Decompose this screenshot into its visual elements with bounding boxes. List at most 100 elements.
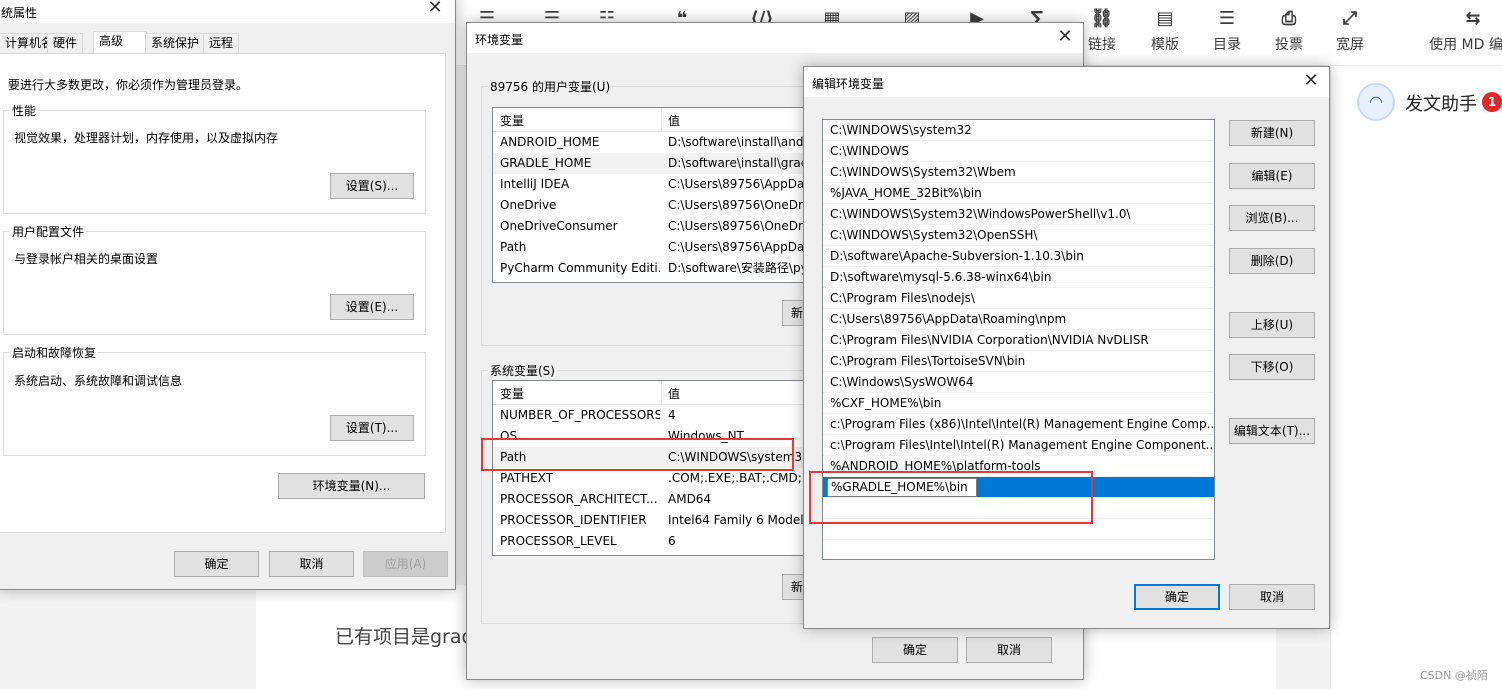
path-entry[interactable]: %JAVA_HOME_32Bit%\bin: [823, 183, 1214, 204]
widescreen-icon: ⤢: [1342, 8, 1358, 29]
cancel-button[interactable]: 取消: [966, 637, 1052, 663]
table-row[interactable]: IntelliJ IDEA C:\Users\89756\AppDat: [493, 174, 811, 195]
variable-name: PROCESSOR_IDENTIFIER: [500, 513, 647, 527]
user-profiles-group: 用户配置文件 与登录帐户相关的桌面设置 设置(E)...: [3, 223, 426, 335]
table-row[interactable]: PyCharm Community Editi... D:\software\安装…: [493, 258, 811, 279]
performance-group: 性能 视觉效果，处理器计划，内存使用，以及虚拟内存 设置(S)...: [3, 102, 426, 214]
move-up-button[interactable]: 上移(U): [1229, 312, 1315, 338]
path-entry[interactable]: D:\software\Apache-Subversion-1.10.3\bin: [823, 246, 1214, 267]
close-icon[interactable]: ✕: [1055, 27, 1075, 47]
startup-recovery-group: 启动和故障恢复 系统启动、系统故障和调试信息 设置(T)...: [3, 344, 426, 456]
table-row[interactable]: GRADLE_HOME D:\software\install\grad: [493, 153, 811, 174]
path-entry[interactable]: C:\Program Files\nodejs\: [823, 288, 1214, 309]
new-button[interactable]: 新建(N): [1229, 120, 1315, 146]
environment-variables-button[interactable]: 环境变量(N)...: [278, 473, 425, 499]
toolbar-item-template[interactable]: ▤ 模版: [1133, 4, 1197, 62]
path-entry[interactable]: C:\Program Files\TortoiseSVN\bin: [823, 351, 1214, 372]
browse-button[interactable]: 浏览(B)...: [1229, 205, 1315, 231]
path-entry[interactable]: c:\Program Files\Intel\Intel(R) Manageme…: [823, 435, 1214, 456]
column-header-variable[interactable]: 变量: [500, 385, 524, 402]
table-row[interactable]: PROCESSOR_ARCHITECT... AMD64: [493, 489, 811, 510]
variable-name: NUMBER_OF_PROCESSORS: [500, 408, 660, 422]
toolbar-item-widescreen[interactable]: ⤢ 宽屏: [1318, 4, 1382, 62]
column-header-variable[interactable]: 变量: [500, 112, 524, 129]
cancel-button[interactable]: 取消: [1229, 584, 1315, 610]
edit-text-button[interactable]: 编辑文本(T)...: [1229, 418, 1315, 444]
table-row[interactable]: ANDROID_HOME D:\software\install\andr: [493, 132, 811, 153]
path-entry[interactable]: C:\WINDOWS\System32\WindowsPowerShell\v1…: [823, 204, 1214, 225]
tab-remote[interactable]: 远程: [203, 33, 240, 53]
template-icon: ▤: [1156, 8, 1174, 29]
user-variables-list[interactable]: 变量 值 ANDROID_HOME D:\software\install\and…: [492, 107, 812, 283]
table-row[interactable]: NUMBER_OF_PROCESSORS 4: [493, 405, 811, 426]
title-bar: 环境变量 ✕: [467, 23, 1083, 53]
ok-button[interactable]: 确定: [174, 551, 259, 577]
column-separator[interactable]: [661, 381, 662, 405]
column-header-value[interactable]: 值: [668, 112, 680, 129]
edit-environment-variable-dialog: 编辑环境变量 ✕ C:\WINDOWS\system32 C:\WINDOWS C:…: [803, 66, 1330, 629]
table-row[interactable]: PROCESSOR_IDENTIFIER Intel64 Family 6 Mod…: [493, 510, 811, 531]
column-header-value[interactable]: 值: [668, 385, 680, 402]
tab-system-protection[interactable]: 系统保护: [145, 33, 206, 53]
variable-value: D:\software\install\andr: [668, 135, 809, 149]
ok-button[interactable]: 确定: [1134, 584, 1220, 610]
variable-value: C:\Users\89756\AppDat: [668, 177, 810, 191]
table-row[interactable]: PATHEXT .COM;.EXE;.BAT;.CMD;.V: [493, 468, 811, 489]
assistant-badge: 1: [1482, 92, 1502, 112]
table-row[interactable]: PROCESSOR_LEVEL 6: [493, 531, 811, 552]
toolbar-label: 宽屏: [1336, 37, 1364, 53]
path-entry[interactable]: C:\Users\89756\AppData\Roaming\npm: [823, 309, 1214, 330]
cancel-button[interactable]: 取消: [269, 551, 354, 577]
table-row[interactable]: OneDriveConsumer C:\Users\89756\OneDriv: [493, 216, 811, 237]
column-separator[interactable]: [661, 108, 662, 132]
variable-value: Intel64 Family 6 Model: [668, 513, 804, 527]
startup-recovery-settings-button[interactable]: 设置(T)...: [330, 415, 414, 441]
user-profiles-settings-button[interactable]: 设置(E)...: [330, 294, 414, 320]
ok-button[interactable]: 确定: [872, 637, 958, 663]
path-entry[interactable]: C:\WINDOWS: [823, 141, 1214, 162]
title-bar: 编辑环境变量 ✕: [804, 67, 1329, 97]
system-properties-dialog: 统属性 ✕ 计算机名 硬件 高级 系统保护 远程 要进行大多数更改，你必须作为管…: [0, 0, 456, 590]
tab-hardware[interactable]: 硬件: [47, 33, 84, 53]
watermark: CSDN @祯陌: [1420, 669, 1488, 682]
close-icon[interactable]: ✕: [425, 0, 445, 18]
assistant-avatar-icon[interactable]: ◠: [1357, 83, 1395, 121]
move-down-button[interactable]: 下移(O): [1229, 354, 1315, 380]
table-row[interactable]: OneDrive C:\Users\89756\OneDriv: [493, 195, 811, 216]
delete-button[interactable]: 删除(D): [1229, 248, 1315, 274]
variable-value: C:\Users\89756\OneDriv: [668, 219, 812, 233]
close-icon[interactable]: ✕: [1301, 71, 1321, 91]
path-entry[interactable]: D:\software\mysql-5.6.38-winx64\bin: [823, 267, 1214, 288]
toolbar-item-md-editor[interactable]: ⇆ 使用 MD 编辑: [1413, 4, 1502, 62]
assistant-label[interactable]: 发文助手: [1405, 90, 1477, 116]
performance-settings-button[interactable]: 设置(S)...: [330, 173, 414, 199]
group-description: 视觉效果，处理器计划，内存使用，以及虚拟内存: [14, 131, 279, 145]
variable-value: D:\software\install\grad: [668, 156, 809, 170]
tab-advanced[interactable]: 高级: [93, 31, 147, 54]
toolbar-item-catalog[interactable]: ☰ 目录: [1195, 4, 1259, 62]
tab-bar: 计算机名 硬件 高级 系统保护 远程: [0, 31, 459, 54]
dialog-title: 统属性: [1, 6, 38, 20]
path-entry[interactable]: %CXF_HOME%\bin: [823, 393, 1214, 414]
dialog-title: 环境变量: [475, 33, 524, 47]
catalog-icon: ☰: [1218, 8, 1236, 29]
path-entry[interactable]: C:\WINDOWS\system32: [823, 120, 1214, 141]
table-row[interactable]: Path C:\Users\89756\AppDat: [493, 237, 811, 258]
editor-paragraph[interactable]: 已有项目是grad: [335, 622, 474, 649]
edit-button[interactable]: 编辑(E): [1229, 163, 1315, 189]
variable-name: OneDrive: [500, 198, 557, 212]
variable-value: 4: [668, 408, 676, 422]
path-entry[interactable]: C:\WINDOWS\System32\Wbem: [823, 162, 1214, 183]
variable-value: 6: [668, 534, 676, 548]
group-description: 与登录帐户相关的桌面设置: [14, 252, 159, 266]
path-entry[interactable]: C:\Windows\SysWOW64: [823, 372, 1214, 393]
toolbar-label: 目录: [1213, 37, 1241, 53]
toolbar-item-vote[interactable]: ⎙ 投票: [1257, 4, 1321, 62]
path-entry[interactable]: C:\WINDOWS\System32\OpenSSH\: [823, 225, 1214, 246]
variable-name: OneDriveConsumer: [500, 219, 618, 233]
highlight-box-gradle-entry: [809, 471, 1093, 524]
path-entry[interactable]: c:\Program Files (x86)\Intel\Intel(R) Ma…: [823, 414, 1214, 435]
path-entry[interactable]: C:\Program Files\NVIDIA Corporation\NVID…: [823, 330, 1214, 351]
md-editor-icon: ⇆: [1465, 8, 1481, 29]
toolbar-label: 模版: [1151, 37, 1179, 53]
